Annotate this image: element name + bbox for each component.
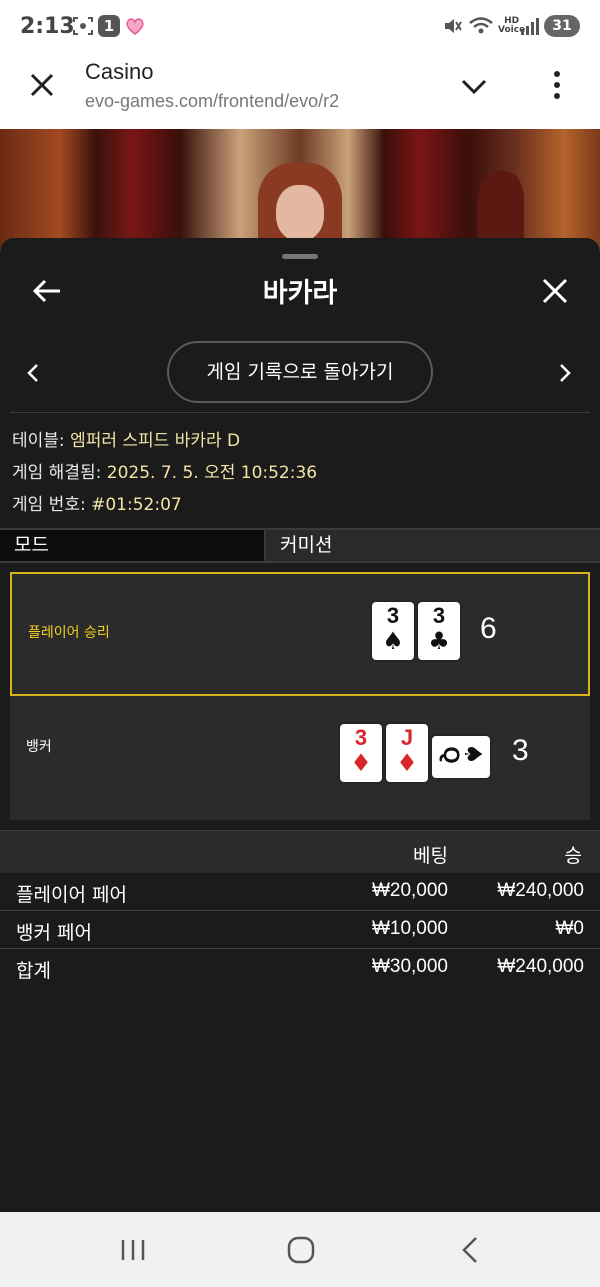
bet-type: 뱅커 페어 bbox=[16, 922, 92, 944]
total-row: 합계 ₩30,000 ₩240,000 bbox=[0, 949, 600, 987]
total-label: 합계 bbox=[16, 960, 51, 982]
browser-url: evo-games.com/frontend/evo/r2 bbox=[85, 91, 340, 111]
divider bbox=[10, 412, 590, 413]
banker-card-3-sideways: Q ♠ bbox=[432, 736, 490, 778]
player-score: 6 bbox=[480, 612, 497, 645]
battery-indicator: 31 bbox=[544, 15, 580, 37]
table-value: 엠퍼러 스피드 바카라 D bbox=[70, 431, 241, 451]
resolved-label: 게임 해결됨: bbox=[12, 463, 102, 483]
sheet-drag-handle[interactable] bbox=[282, 254, 318, 259]
round-result: 플레이어 승리 3 ♠ 3 ♣ 6 뱅커 3 ♦ J ♦ Q ♠ 3 bbox=[10, 572, 590, 820]
chevron-left-icon[interactable] bbox=[26, 363, 40, 383]
heart-icon bbox=[126, 18, 144, 35]
player-card-2: 3 ♣ bbox=[418, 602, 460, 660]
mode-value: 커미션 bbox=[266, 530, 600, 561]
chevron-down-icon[interactable] bbox=[460, 75, 488, 97]
spade-icon: ♠ bbox=[459, 743, 487, 765]
bets-table-header: 베팅 승 bbox=[0, 830, 600, 873]
table-label: 테이블: bbox=[12, 431, 65, 451]
browser-bar: Casino evo-games.com/frontend/evo/r2 bbox=[0, 55, 600, 129]
win-amount: ₩240,000 bbox=[497, 880, 584, 901]
wifi-icon bbox=[469, 17, 493, 34]
chevron-right-icon[interactable] bbox=[558, 363, 572, 383]
player-card-1: 3 ♠ bbox=[372, 602, 414, 660]
table-info: 테이블: 엠퍼러 스피드 바카라 D bbox=[12, 426, 240, 451]
mute-icon bbox=[445, 19, 462, 33]
status-bar: 2:13 1 HD Voice 31 bbox=[0, 0, 600, 55]
diamond-icon: ♦ bbox=[350, 749, 372, 777]
back-to-history-button[interactable]: 게임 기록으로 돌아가기 bbox=[167, 341, 433, 403]
back-icon[interactable] bbox=[456, 1236, 486, 1264]
win-column-header: 승 bbox=[564, 845, 582, 867]
game-number-value: #01:52:07 bbox=[91, 495, 182, 515]
player-result-label: 플레이어 승리 bbox=[28, 625, 110, 641]
game-detail-sheet: 바카라 게임 기록으로 돌아가기 테이블: 엠퍼러 스피드 바카라 D 게임 해… bbox=[0, 238, 600, 1212]
bet-amount: ₩20,000 bbox=[371, 880, 448, 901]
mode-row: 모드 커미션 bbox=[0, 528, 600, 563]
system-nav-bar bbox=[0, 1212, 600, 1287]
card-rank: 3 bbox=[386, 603, 400, 628]
table-row: 플레이어 페어 ₩20,000 ₩240,000 bbox=[0, 873, 600, 911]
resolved-value: 2025. 7. 5. 오전 10:52:36 bbox=[106, 463, 318, 483]
notification-badge: 1 bbox=[98, 15, 120, 37]
club-icon: ♣ bbox=[428, 627, 450, 655]
more-options-icon[interactable] bbox=[546, 69, 568, 101]
live-video-background bbox=[0, 129, 600, 249]
table-row: 뱅커 페어 ₩10,000 ₩0 bbox=[0, 911, 600, 949]
home-icon[interactable] bbox=[286, 1236, 316, 1264]
resolved-info: 게임 해결됨: 2025. 7. 5. 오전 10:52:36 bbox=[12, 458, 317, 483]
bet-type: 플레이어 페어 bbox=[16, 884, 127, 906]
mode-label: 모드 bbox=[0, 530, 266, 561]
game-number-info: 게임 번호: #01:52:07 bbox=[12, 490, 182, 515]
close-icon[interactable] bbox=[542, 278, 568, 304]
dealer-face bbox=[276, 185, 324, 241]
page-title: 바카라 bbox=[262, 278, 338, 309]
win-amount: ₩0 bbox=[555, 918, 585, 939]
total-bet: ₩30,000 bbox=[371, 956, 448, 977]
card-rank: J bbox=[400, 725, 414, 750]
bet-amount: ₩10,000 bbox=[371, 918, 448, 939]
total-win: ₩240,000 bbox=[497, 956, 584, 977]
spade-icon: ♠ bbox=[382, 627, 404, 655]
app-root: 2:13 1 HD Voice 31 Casino evo-games.com/… bbox=[0, 0, 600, 1287]
card-rank: 3 bbox=[432, 603, 446, 628]
banker-result-label: 뱅커 bbox=[26, 739, 52, 755]
banker-card-1: 3 ♦ bbox=[340, 724, 382, 782]
game-number-label: 게임 번호: bbox=[12, 495, 86, 515]
card-rank: 3 bbox=[354, 725, 368, 750]
bet-column-header: 베팅 bbox=[413, 845, 448, 867]
diamond-icon: ♦ bbox=[396, 749, 418, 777]
recent-apps-icon[interactable] bbox=[118, 1236, 148, 1264]
banker-card-2: J ♦ bbox=[386, 724, 428, 782]
signal-icon bbox=[521, 18, 539, 35]
banker-score: 3 bbox=[512, 734, 529, 767]
close-icon[interactable] bbox=[28, 71, 56, 99]
screenshot-icon bbox=[73, 17, 93, 35]
dealer-figure-2 bbox=[478, 171, 524, 241]
player-result-row: 플레이어 승리 3 ♠ 3 ♣ 6 bbox=[10, 572, 590, 696]
browser-title: Casino bbox=[85, 59, 154, 84]
status-time: 2:13 bbox=[20, 14, 75, 39]
